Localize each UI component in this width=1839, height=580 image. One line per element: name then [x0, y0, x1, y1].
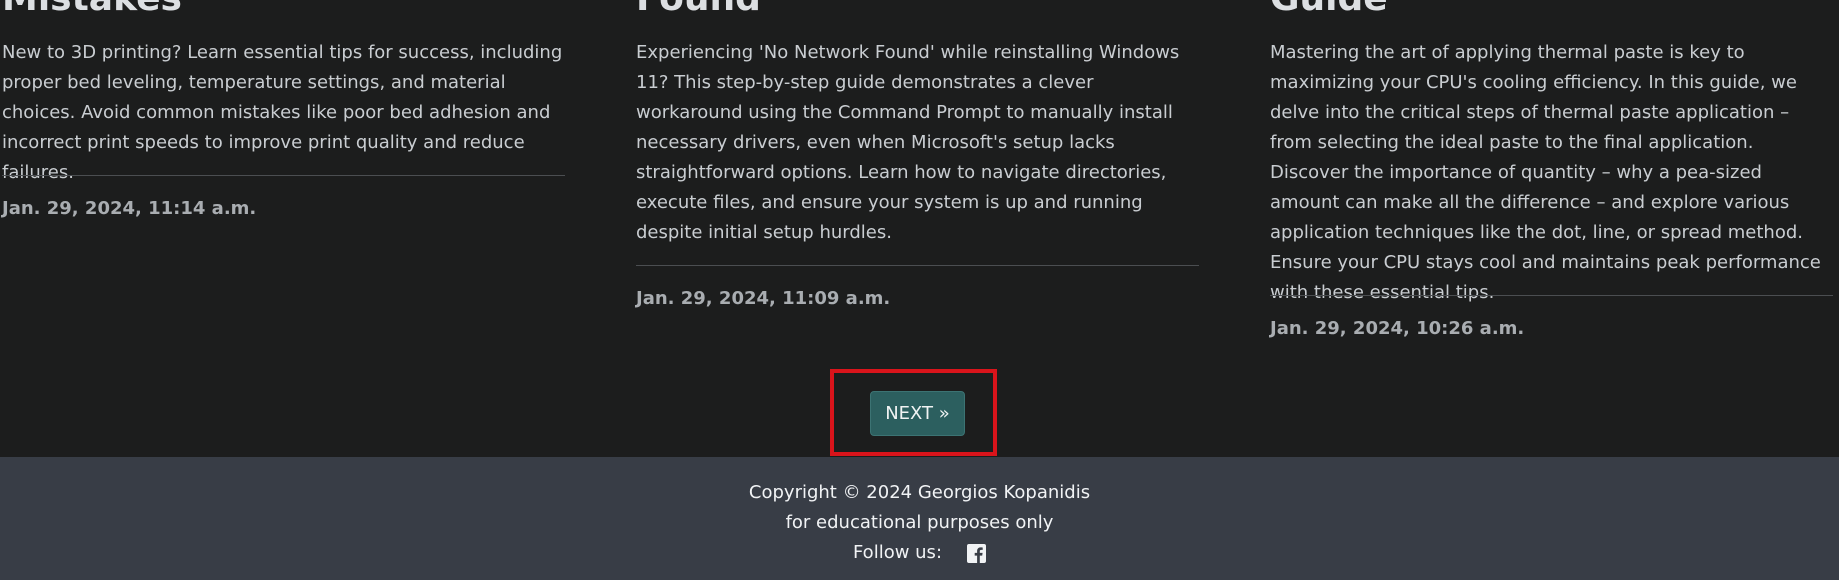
blog-post-list: Mistakes New to 3D printing? Learn essen… [0, 0, 1839, 457]
card-divider [1270, 295, 1833, 296]
card-date: Jan. 29, 2024, 10:26 a.m. [1270, 318, 1525, 339]
footer: Copyright © 2024 Georgios Kopanidis for … [0, 457, 1839, 580]
footer-purpose: for educational purposes only [785, 512, 1054, 533]
card-date: Jan. 29, 2024, 11:14 a.m. [2, 198, 257, 219]
card-title[interactable]: Guide [1270, 0, 1388, 22]
footer-follow: Follow us: [0, 538, 1839, 568]
card-divider [2, 175, 565, 176]
card-description: Experiencing 'No Network Found' while re… [636, 42, 1180, 243]
card-divider [636, 265, 1199, 266]
card-date: Jan. 29, 2024, 11:09 a.m. [636, 288, 891, 309]
facebook-icon[interactable] [966, 543, 986, 563]
card-description: New to 3D printing? Learn essential tips… [2, 42, 563, 183]
card-title[interactable]: Mistakes [2, 0, 182, 22]
card-description: Mastering the art of applying thermal pa… [1270, 42, 1821, 303]
follow-us-label: Follow us: [852, 542, 943, 563]
card-title[interactable]: Found [636, 0, 761, 22]
footer-copyright: Copyright © 2024 Georgios Kopanidis [748, 482, 1091, 503]
next-page-button[interactable]: NEXT » [870, 391, 965, 436]
